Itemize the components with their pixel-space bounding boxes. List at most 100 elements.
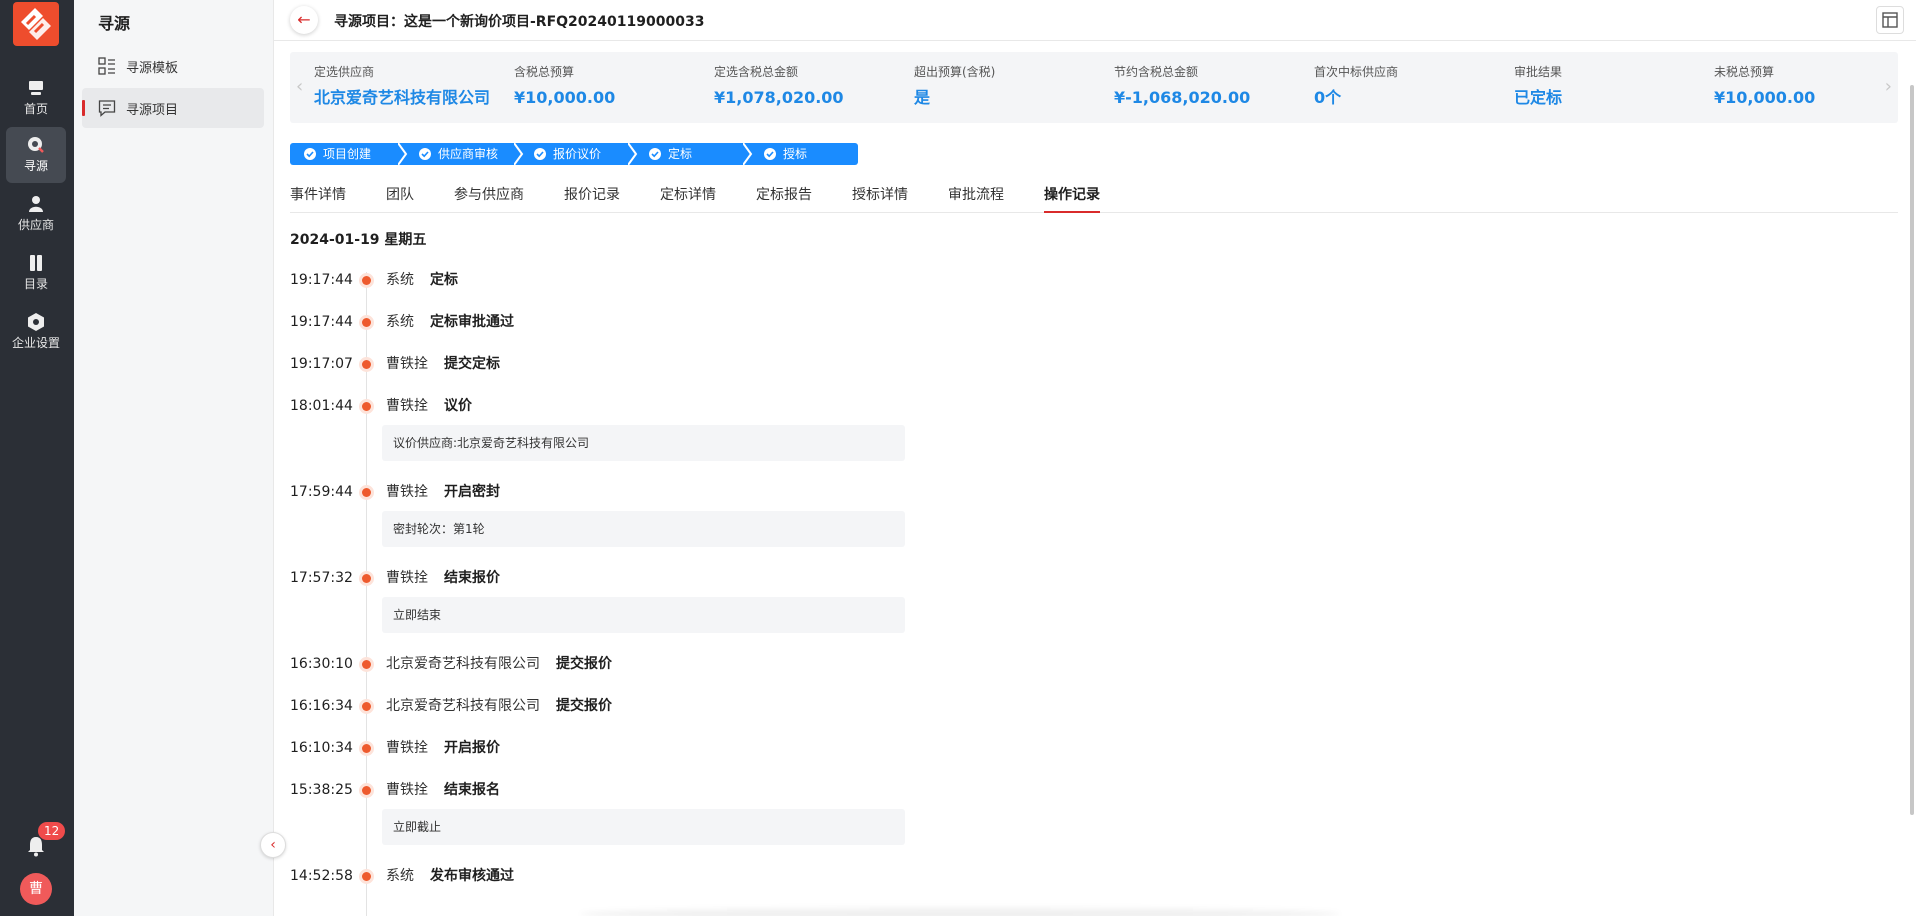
tab-grant-details[interactable]: 授标详情 [852,184,908,204]
summary-value: ¥1,078,020.00 [714,88,844,107]
nav-item-settings[interactable]: 企业设置 [6,304,66,360]
entry-action: 议价 [444,398,472,414]
sub-item-template[interactable]: 寻源模板 [82,46,264,86]
entry-note: 议价供应商:北京爱奇艺科技有限公司 [382,425,905,461]
nav-item-catalog[interactable]: 目录 [6,245,66,301]
step-label: 报价议价 [553,147,602,161]
entry-action: 提交报价 [556,656,612,672]
collapse-sidebar-button[interactable]: ‹ [260,832,286,858]
entry-time: 19:17:44 [290,272,353,288]
scrollbar[interactable] [1908,41,1916,916]
summary-value: 已定标 [1514,88,1563,107]
step-separator [514,143,524,165]
entry-note: 立即结束 [382,597,905,633]
summary-item: 定选含税总金额 ¥1,078,020.00 [714,64,844,108]
scrollbar-thumb[interactable] [1910,85,1914,815]
tab-approval[interactable]: 审批流程 [948,184,1004,204]
chevron-left-icon[interactable]: ‹ [296,76,303,97]
sub-item-project[interactable]: 寻源项目 [82,88,264,128]
tab-award-details[interactable]: 定标详情 [660,184,716,204]
sub-item-label: 寻源项目 [126,102,179,118]
chevron-right-icon[interactable]: › [1885,76,1892,97]
nav-item-home[interactable]: 首页 [6,70,66,126]
timeline-dot [362,872,371,881]
main-nav: 首页 寻源 供应商 目录 企业设置 12 曹 [0,0,74,916]
avatar[interactable]: 曹 [20,873,52,905]
catalog-icon [30,255,42,271]
summary-value: ¥-1,068,020.00 [1114,88,1251,107]
tab-operation-log[interactable]: 操作记录 [1044,184,1100,213]
summary-value: 北京爱奇艺科技有限公司 [314,88,491,107]
entry-action: 定标 [430,272,458,288]
sourcing-icon [28,137,44,153]
app-logo[interactable] [13,2,59,46]
summary-item: 未税总预算 ¥10,000.00 [1714,64,1815,108]
summary-label: 定选含税总金额 [714,65,799,79]
arrow-left-icon: ← [297,10,311,29]
supplier-icon [29,196,43,212]
entry-actor: 曹铁拴 [386,398,428,414]
entry-time: 17:59:44 [290,484,353,500]
nav-item-supplier[interactable]: 供应商 [6,186,66,242]
detail-tabs: 事件详情 团队 参与供应商 报价记录 定标详情 定标报告 授标详情 审批流程 操… [290,180,1898,213]
tab-quotes[interactable]: 报价记录 [564,184,620,204]
entry-actor: 曹铁拴 [386,740,428,756]
entry-actor: 系统 [386,314,414,330]
check-circle-icon [649,148,661,160]
nav-label: 目录 [23,277,48,291]
tab-team[interactable]: 团队 [386,184,414,204]
back-button[interactable]: ← [290,6,318,34]
check-circle-icon [764,148,776,160]
summary-item: 节约含税总金额 ¥-1,068,020.00 [1114,64,1250,108]
check-circle-icon [534,148,546,160]
entry-time: 15:38:25 [290,782,353,798]
summary-card: ‹ 定选供应商 北京爱奇艺科技有限公司 含税总预算 ¥10,000.00 定选含… [290,52,1898,123]
entry-actor: 曹铁拴 [386,782,428,798]
step-separator [398,143,408,165]
nav-label: 首页 [23,102,48,116]
entry-actor: 北京爱奇艺科技有限公司 [386,656,540,672]
summary-label: 超出预算(含税) [914,65,996,79]
entry-time: 19:17:44 [290,314,353,330]
tab-event-details[interactable]: 事件详情 [290,184,346,204]
entry-action: 结束报名 [444,782,500,798]
summary-item: 超出预算(含税) 是 [914,64,995,108]
summary-label: 未税总预算 [1714,65,1775,79]
entry-time: 16:30:10 [290,656,353,672]
entry-actor: 北京爱奇艺科技有限公司 [386,698,540,714]
entry-time: 14:52:58 [290,868,353,884]
template-icon [98,57,115,75]
summary-label: 审批结果 [1514,65,1563,79]
nav-label: 企业设置 [11,336,60,350]
entry-actor: 曹铁拴 [386,356,428,372]
progress-steps: 项目创建 供应商审核 报价议价 定标 授标 [290,143,858,165]
check-circle-icon [304,148,316,160]
timeline-dot [362,744,371,753]
settings-icon [28,313,44,331]
timeline-dot [362,318,371,327]
layout-toggle-button[interactable] [1876,6,1904,34]
tab-award-report[interactable]: 定标报告 [756,184,812,204]
step-item: 项目创建 [304,143,371,165]
summary-item: 审批结果 已定标 [1514,64,1562,108]
step-separator [743,143,753,165]
nav-item-sourcing[interactable]: 寻源 [6,127,66,183]
step-item: 定标 [649,143,692,165]
entry-actor: 系统 [386,272,414,288]
layout-icon [1882,12,1898,28]
entry-action: 结束报价 [444,570,500,586]
entry-note: 密封轮次：第1轮 [382,511,905,547]
notification-badge: 12 [38,822,66,840]
step-separator [628,143,638,165]
tab-suppliers[interactable]: 参与供应商 [454,184,524,204]
entry-time: 19:17:07 [290,356,353,372]
chevron-left-icon: ‹ [270,837,276,853]
entry-time: 16:16:34 [290,698,353,714]
sub-sidebar: 寻源 寻源模板 寻源项目 [74,0,274,916]
step-label: 定标 [668,147,693,161]
summary-label: 含税总预算 [514,65,575,79]
summary-value: 是 [914,88,931,107]
timeline-dot [362,276,371,285]
entry-time: 17:57:32 [290,570,353,586]
entry-time: 16:10:34 [290,740,353,756]
